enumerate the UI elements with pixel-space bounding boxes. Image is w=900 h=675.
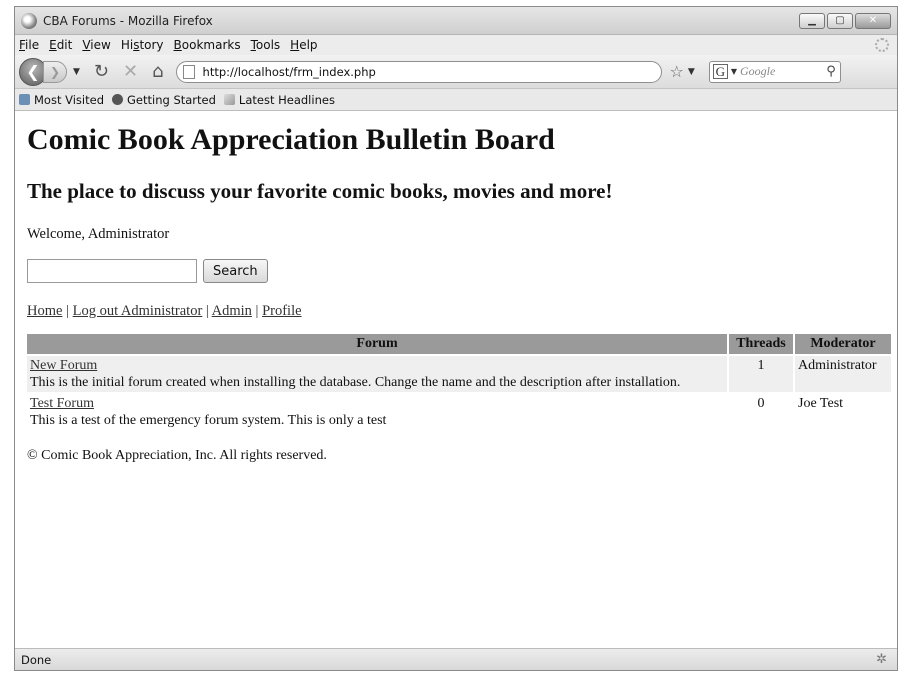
- bookmarks-toolbar: Most Visited Getting Started Latest Head…: [15, 89, 897, 111]
- minimize-button[interactable]: ▁: [799, 12, 825, 29]
- bookmark-getting-started[interactable]: Getting Started: [112, 93, 216, 107]
- nav-links: Home | Log out Administrator | Admin | P…: [27, 303, 302, 319]
- forum-link[interactable]: Test Forum: [30, 396, 94, 411]
- header-threads: Threads: [729, 334, 793, 354]
- forward-icon: ❯: [49, 64, 61, 79]
- menu-view[interactable]: View: [82, 38, 110, 52]
- page-subheading: The place to discuss your favorite comic…: [27, 179, 613, 203]
- bookmark-most-visited[interactable]: Most Visited: [19, 93, 104, 107]
- forum-cell: New Forum This is the initial forum crea…: [27, 356, 727, 392]
- search-button[interactable]: Search: [203, 259, 268, 283]
- history-dropdown-icon[interactable]: ▼: [73, 67, 80, 77]
- page-heading: Comic Book Appreciation Bulletin Board: [27, 123, 555, 156]
- maximize-button[interactable]: ▢: [827, 12, 853, 29]
- magnifier-icon[interactable]: ⚲: [826, 64, 836, 79]
- engine-dropdown-icon[interactable]: ▼: [731, 67, 737, 76]
- firefox-small-icon: [112, 94, 123, 105]
- link-home[interactable]: Home: [27, 303, 62, 319]
- close-button[interactable]: ✕: [855, 12, 891, 29]
- link-logout[interactable]: Log out Administrator: [73, 303, 203, 319]
- threads-count: 1: [729, 356, 793, 392]
- bookmark-star-icon[interactable]: ☆: [670, 62, 684, 81]
- status-text: Done: [21, 652, 52, 667]
- menu-help[interactable]: Help: [290, 38, 317, 52]
- forum-cell: Test Forum This is a test of the emergen…: [27, 394, 727, 430]
- moderator-name: Administrator: [795, 356, 891, 392]
- table-row: New Forum This is the initial forum crea…: [27, 356, 891, 392]
- forum-link[interactable]: New Forum: [30, 358, 97, 373]
- table-header-row: Forum Threads Moderator: [27, 334, 891, 354]
- url-text[interactable]: http://localhost/frm_index.php: [203, 65, 376, 79]
- stop-icon[interactable]: ✕: [123, 61, 138, 82]
- firefox-icon: [21, 12, 37, 29]
- title-bar: CBA Forums - Mozilla Firefox ▁ ▢ ✕: [15, 7, 897, 35]
- menu-history[interactable]: History: [121, 38, 164, 52]
- url-dropdown-icon[interactable]: ▼: [688, 67, 695, 77]
- page-content: Comic Book Appreciation Bulletin Board T…: [15, 113, 897, 648]
- forward-button[interactable]: ❯: [43, 60, 67, 83]
- header-forum: Forum: [27, 334, 727, 354]
- forum-description: This is the initial forum created when i…: [30, 375, 681, 390]
- window-controls: ▁ ▢ ✕: [799, 12, 891, 29]
- status-bar: Done ✲: [15, 648, 897, 670]
- navigation-toolbar: ❮ ❯ ▼ ↻ ✕ ⌂ http://localhost/frm_index.p…: [15, 55, 897, 89]
- reload-icon[interactable]: ↻: [94, 61, 109, 82]
- link-admin[interactable]: Admin: [212, 303, 252, 319]
- menu-bar: File Edit View History Bookmarks Tools H…: [15, 35, 897, 55]
- url-bar[interactable]: http://localhost/frm_index.php: [175, 60, 662, 83]
- moderator-name: Joe Test: [798, 396, 844, 411]
- menu-tools[interactable]: Tools: [251, 38, 281, 52]
- back-icon: ❮: [26, 61, 40, 81]
- google-icon[interactable]: G: [712, 64, 728, 79]
- search-input[interactable]: [27, 259, 197, 283]
- table-row: Test Forum This is a test of the emergen…: [27, 394, 891, 430]
- threads-count: 0: [757, 396, 765, 411]
- throbber-icon: [875, 38, 889, 52]
- page-footer: © Comic Book Appreciation, Inc. All righ…: [27, 448, 327, 463]
- header-moderator: Moderator: [795, 334, 891, 354]
- search-form: Search: [27, 259, 897, 283]
- search-placeholder[interactable]: Google: [740, 64, 775, 79]
- welcome-message: Welcome, Administrator: [27, 226, 170, 242]
- link-profile[interactable]: Profile: [262, 303, 301, 319]
- search-bar[interactable]: G ▼ Google ⚲: [708, 60, 841, 83]
- browser-window: CBA Forums - Mozilla Firefox ▁ ▢ ✕ File …: [14, 6, 898, 671]
- window-title: CBA Forums - Mozilla Firefox: [43, 13, 213, 28]
- home-icon[interactable]: ⌂: [152, 61, 163, 82]
- status-activity-icon: ✲: [876, 652, 887, 667]
- forum-table: Forum Threads Moderator New Forum This i…: [25, 332, 893, 432]
- menu-file[interactable]: File: [19, 38, 39, 52]
- most-visited-icon: [19, 94, 30, 105]
- bookmark-latest-headlines[interactable]: Latest Headlines: [223, 93, 335, 107]
- menu-edit[interactable]: Edit: [49, 38, 72, 52]
- menu-bookmarks[interactable]: Bookmarks: [174, 38, 241, 52]
- page-icon: [182, 64, 195, 79]
- forum-description: This is a test of the emergency forum sy…: [30, 413, 387, 428]
- rss-icon: [223, 94, 235, 105]
